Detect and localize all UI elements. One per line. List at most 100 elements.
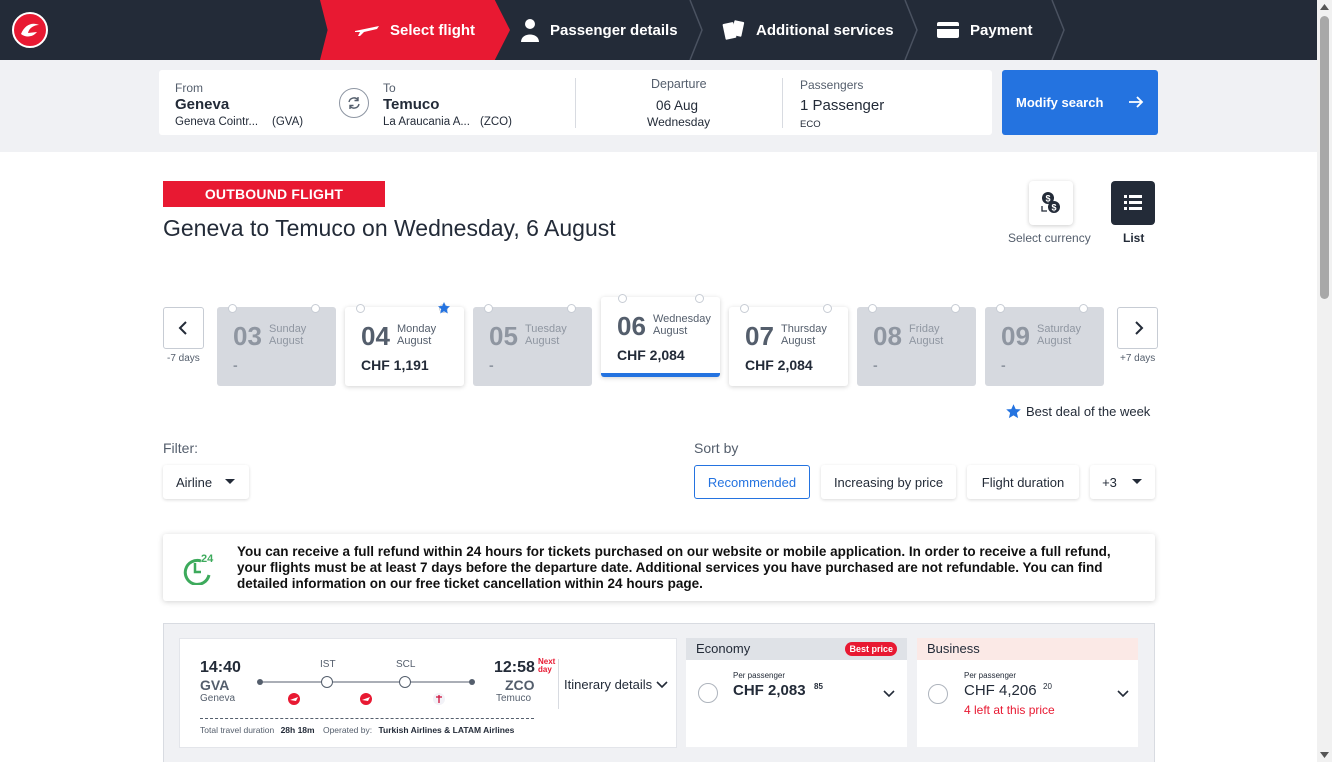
- person-icon: [521, 19, 539, 42]
- ticket-hole: [567, 304, 576, 313]
- business-price: CHF 4,206: [964, 682, 1037, 699]
- day-number: 07: [745, 321, 774, 351]
- page-scrollbar[interactable]: [1317, 0, 1332, 762]
- ticket-hole: [823, 304, 832, 313]
- swap-airports-button[interactable]: [339, 88, 369, 118]
- departure-date: 06 Aug: [656, 98, 699, 113]
- economy-fare-header: Economy Best price: [686, 638, 907, 660]
- sort-option-label: Increasing by price: [833, 474, 944, 490]
- day-weekday: Thursday: [781, 323, 827, 335]
- next-week-caption: +7 days: [1120, 353, 1156, 364]
- step-label: Select flight: [390, 21, 476, 39]
- seats-left-note: 4 left at this price: [964, 703, 1055, 717]
- refund-badge: 24: [201, 553, 214, 565]
- select-currency-button[interactable]: $ $: [1029, 181, 1073, 225]
- total-duration-label: Total travel duration: [200, 725, 275, 735]
- ticket-hole: [695, 294, 704, 303]
- airline-filter-label: Airline: [175, 474, 213, 490]
- 24-hour-refund-icon: 24: [183, 553, 214, 585]
- day-price: -: [873, 357, 878, 373]
- caret-down-icon: [1131, 479, 1142, 484]
- step-separator-icon: [1051, 0, 1065, 60]
- business-radio[interactable]: [928, 684, 948, 704]
- airline-filter-dropdown[interactable]: Airline: [163, 465, 249, 499]
- modify-search-button[interactable]: Modify search: [1002, 70, 1158, 135]
- previous-week-caption: -7 days: [167, 353, 200, 364]
- sort-option-label: +3: [1102, 474, 1117, 490]
- economy-radio[interactable]: [698, 683, 718, 703]
- passengers-label: Passengers: [800, 78, 864, 92]
- next-week-button[interactable]: [1117, 307, 1158, 349]
- divider: [575, 78, 576, 128]
- step-separator-icon: [689, 0, 703, 60]
- date-option-07[interactable]: 07 Thursday August CHF 2,084: [729, 304, 848, 386]
- sort-flight-duration[interactable]: Flight duration: [967, 465, 1079, 499]
- scrollbar-thumb[interactable]: [1320, 16, 1329, 299]
- date-option-09: 09 Saturday August -: [985, 304, 1104, 386]
- date-option-04[interactable]: 04 Monday August CHF 1,191: [345, 302, 464, 386]
- scroll-up-icon[interactable]: [1320, 4, 1329, 10]
- day-month: August: [781, 335, 816, 347]
- from-label: From: [175, 81, 203, 95]
- best-deal-label: Best deal of the week: [1026, 404, 1151, 419]
- business-fare-card[interactable]: Business Per passenger CHF 4,206 20 4 le…: [917, 638, 1138, 747]
- itinerary-details-toggle[interactable]: Itinerary details: [564, 677, 668, 692]
- day-number: 08: [873, 321, 902, 351]
- divider: [200, 718, 534, 719]
- step-select-flight[interactable]: Select flight: [320, 0, 510, 60]
- economy-fare-card[interactable]: Economy Best price Per passenger CHF 2,0…: [686, 638, 907, 747]
- select-currency-label: Select currency: [1008, 231, 1091, 245]
- ticket-hole: [1079, 304, 1088, 313]
- ticket-hole: [484, 304, 493, 313]
- day-price: CHF 2,084: [745, 357, 813, 373]
- search-summary-box[interactable]: From Geneva Geneva Cointr... (GVA) To Te…: [159, 70, 992, 135]
- departure-day: Wednesday: [647, 115, 711, 129]
- refund-text: You can receive a full refund within 24 …: [237, 544, 1111, 591]
- to-airport: La Araucania A...: [383, 116, 470, 128]
- divider: [782, 78, 783, 128]
- day-price: CHF 1,191: [361, 357, 429, 373]
- arrival-city: Temuco: [496, 693, 532, 704]
- scroll-down-icon[interactable]: [1320, 752, 1329, 758]
- sort-more-dropdown[interactable]: +3: [1090, 465, 1155, 499]
- page-title: Geneva to Temuco on Wednesday, 6 August: [163, 215, 616, 241]
- date-option-06-selected[interactable]: 06 Wednesday August CHF 2,084: [601, 294, 720, 377]
- stop-scl: SCL: [396, 659, 416, 670]
- previous-week-button[interactable]: [163, 307, 204, 349]
- flight-card[interactable]: 14:40 GVA Geneva IST SCL 12:58 Next day …: [179, 638, 677, 748]
- day-month: August: [1037, 335, 1072, 347]
- departure-code: GVA: [200, 677, 230, 693]
- step-passenger-details[interactable]: Passenger details: [520, 0, 678, 60]
- day-weekday: Saturday: [1037, 323, 1082, 335]
- next-day-flag: Next day: [538, 657, 556, 674]
- step-separator-icon: [904, 0, 918, 60]
- chevron-right-icon: [1135, 321, 1144, 335]
- business-fare-header: Business: [917, 638, 1138, 660]
- step-label: Passenger details: [550, 21, 678, 39]
- top-navigation-bar: Select flight Passenger details Addition…: [0, 0, 1317, 60]
- step-label: Additional services: [756, 21, 894, 39]
- day-month: August: [909, 335, 944, 347]
- arrival-time: 12:58: [494, 659, 535, 676]
- flight-meta: Total travel duration 28h 18m Operated b…: [200, 725, 514, 735]
- day-price: -: [489, 357, 494, 373]
- route-line: [257, 676, 475, 705]
- list-view-button[interactable]: [1111, 181, 1155, 225]
- step-additional-services[interactable]: Additional services: [722, 0, 894, 60]
- step-label: Payment: [970, 21, 1033, 39]
- arrival-code: ZCO: [505, 677, 535, 693]
- operated-by-value: Turkish Airlines & LATAM Airlines: [378, 725, 515, 735]
- itinerary-details-label: Itinerary details: [564, 677, 653, 692]
- to-label: To: [383, 81, 396, 95]
- day-weekday: Sunday: [269, 323, 307, 335]
- credit-card-icon: [937, 22, 959, 38]
- plane-icon: [355, 26, 379, 36]
- stop-ist: IST: [320, 659, 336, 670]
- sort-increasing-price[interactable]: Increasing by price: [821, 465, 956, 499]
- step-payment[interactable]: Payment: [936, 0, 1033, 60]
- ticket-hole: [311, 304, 320, 313]
- sort-recommended[interactable]: Recommended: [694, 465, 810, 499]
- turkish-airlines-logo-icon[interactable]: [12, 12, 48, 48]
- to-city: Temuco: [383, 96, 440, 113]
- economy-label: Economy: [696, 641, 751, 656]
